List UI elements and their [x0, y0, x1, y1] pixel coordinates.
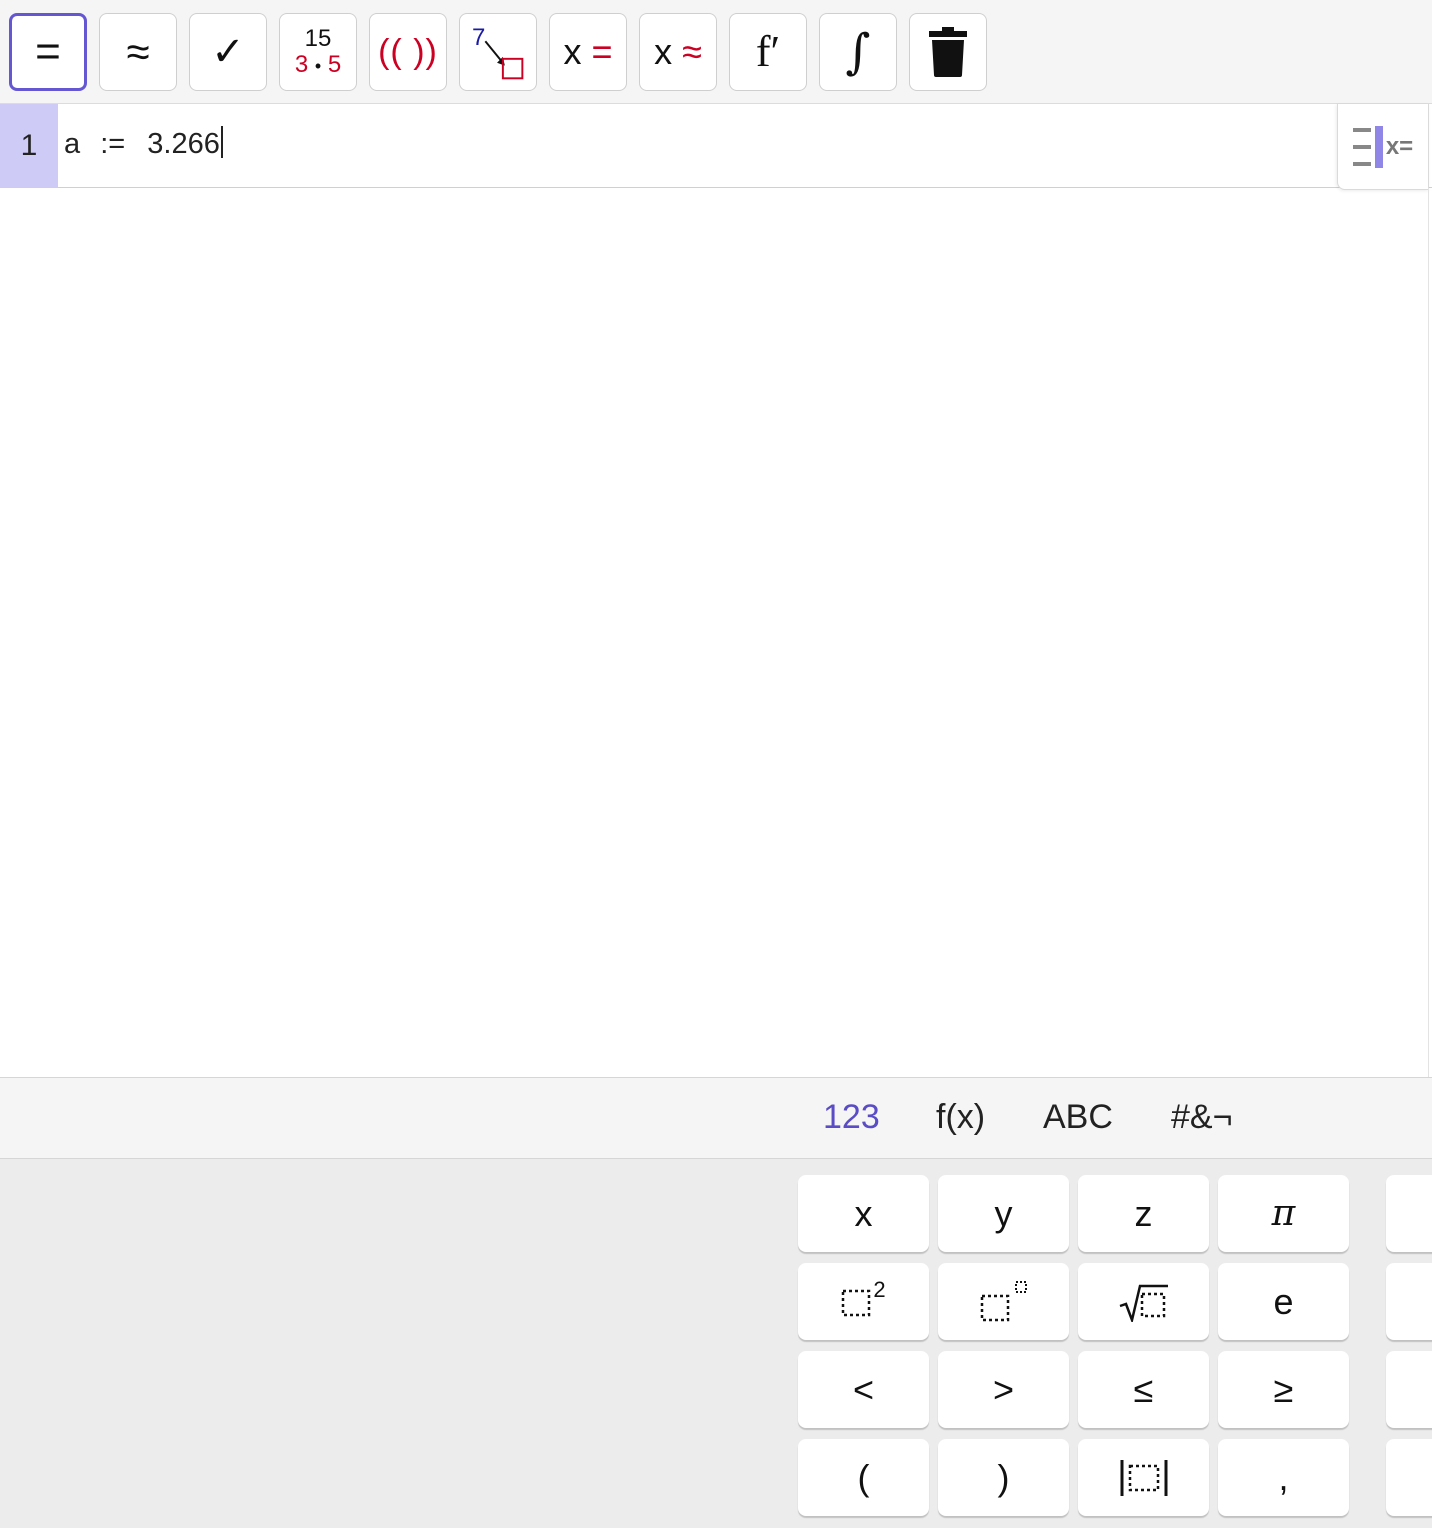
power-icon: [980, 1280, 1027, 1321]
key-square[interactable]: 2: [798, 1263, 929, 1340]
key-left-paren[interactable]: (: [798, 1439, 929, 1516]
numeric-button[interactable]: ≈: [99, 13, 177, 91]
tab-abc[interactable]: ABC: [1043, 1098, 1113, 1137]
key-less-equal[interactable]: ≤: [1078, 1351, 1209, 1428]
derivative-label: f′: [755, 27, 781, 76]
key-sqrt[interactable]: [1078, 1263, 1209, 1340]
evaluate-label: =: [35, 27, 61, 76]
virtual-keyboard: x y z π 2 e < > ≤ ≥ () ,: [0, 1159, 1432, 1528]
expand-open: ((: [378, 33, 403, 71]
cas-toolbar: = ≈ ✓ 15 3 • 5 (( )) 7 x = x ≈ f′ ∫: [0, 0, 1432, 104]
factor-dot: •: [314, 55, 322, 76]
evaluate-button[interactable]: =: [9, 13, 87, 91]
trash-icon: [929, 27, 967, 77]
expand-close: )): [413, 33, 438, 71]
row-output-toggle[interactable]: x=: [1337, 104, 1429, 190]
output-toggle-icon: [1352, 125, 1383, 168]
key-offscreen-3[interactable]: [1386, 1351, 1432, 1428]
row-assign: :=: [100, 128, 126, 160]
placeholder-box-icon: [842, 1289, 871, 1316]
tab-functions[interactable]: f(x): [936, 1098, 985, 1137]
output-toggle-label: x=: [1385, 132, 1414, 160]
key-right-paren[interactable]: ): [938, 1439, 1069, 1516]
key-power[interactable]: [938, 1263, 1069, 1340]
derivative-button[interactable]: f′: [729, 13, 807, 91]
square-exponent: 2: [873, 1276, 886, 1302]
keep-input-button[interactable]: ✓: [189, 13, 267, 91]
solve-op: =: [591, 31, 613, 72]
factor-top: 15: [304, 24, 332, 52]
row-variable: a: [64, 128, 81, 160]
factor-button[interactable]: 15 3 • 5: [279, 13, 357, 91]
tab-123[interactable]: 123: [823, 1098, 880, 1137]
key-offscreen-4[interactable]: [1386, 1439, 1432, 1516]
solve-label: x =: [563, 34, 612, 70]
key-comma[interactable]: ,: [1218, 1439, 1349, 1516]
expand-label: (( )): [378, 35, 438, 69]
key-e[interactable]: e: [1218, 1263, 1349, 1340]
factor-left: 3: [294, 50, 309, 78]
sqrt-icon: [1119, 1284, 1168, 1322]
key-x[interactable]: x: [798, 1175, 929, 1252]
substitute-number: 7: [472, 24, 486, 51]
keyboard-tabs: 123 f(x) ABC #&¬: [0, 1077, 1432, 1159]
key-offscreen-1[interactable]: [1386, 1175, 1432, 1252]
expand-button[interactable]: (( )): [369, 13, 447, 91]
nsolve-op: ≈: [682, 31, 702, 72]
check-icon: ✓: [211, 30, 245, 74]
key-less-than[interactable]: <: [798, 1351, 929, 1428]
algebra-row[interactable]: 1 a := 3.266: [0, 104, 1432, 188]
factor-bottom: 3 • 5: [294, 50, 342, 79]
key-y[interactable]: y: [938, 1175, 1069, 1252]
factor-right: 5: [327, 50, 342, 78]
nsolve-var: x: [654, 31, 673, 72]
row-value: 3.266: [147, 128, 220, 160]
numeric-label: ≈: [126, 28, 150, 75]
integral-label: ∫: [845, 24, 871, 80]
nsolve-label: x ≈: [654, 34, 702, 70]
key-absolute[interactable]: [1078, 1439, 1209, 1516]
key-z[interactable]: z: [1078, 1175, 1209, 1252]
absolute-value-icon: [1120, 1459, 1167, 1496]
delete-button[interactable]: [909, 13, 987, 91]
solve-numerically-button[interactable]: x ≈: [639, 13, 717, 91]
substitute-button[interactable]: 7: [459, 13, 537, 91]
key-greater-equal[interactable]: ≥: [1218, 1351, 1349, 1428]
key-offscreen-2[interactable]: [1386, 1263, 1432, 1340]
solve-var: x: [563, 31, 582, 72]
row-number: 1: [0, 104, 58, 187]
text-caret: [220, 126, 223, 158]
row-input[interactable]: a := 3.266: [64, 126, 223, 161]
tab-symbols[interactable]: #&¬: [1171, 1098, 1232, 1137]
cas-app: = ≈ ✓ 15 3 • 5 (( )) 7 x = x ≈ f′ ∫ 1 a …: [0, 0, 1432, 1528]
solve-button[interactable]: x =: [549, 13, 627, 91]
key-greater-than[interactable]: >: [938, 1351, 1069, 1428]
panel-divider: [1428, 188, 1429, 1078]
key-pi[interactable]: π: [1218, 1175, 1349, 1252]
integral-button[interactable]: ∫: [819, 13, 897, 91]
